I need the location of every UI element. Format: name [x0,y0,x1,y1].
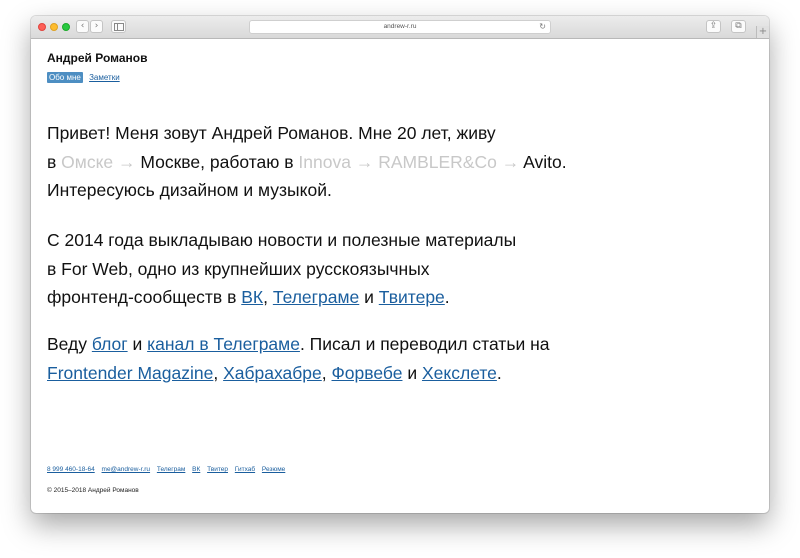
arrow-icon: → [496,151,524,172]
and-text: и [359,287,379,307]
plus-icon: + [758,26,768,37]
intro-in-text: в [47,151,62,172]
job-rambler: RAMBLER&Co [378,151,497,172]
copyright: © 2015–2018 Андрей Романов [47,487,139,494]
sidebar-button[interactable] [111,20,126,33]
period: . [496,362,502,383]
forward-button[interactable]: › [90,20,103,33]
footer-link-email[interactable]: me@andrew-r.ru [102,466,151,473]
back-button[interactable]: ‹ [76,20,89,33]
minimize-window-button[interactable] [50,23,58,31]
blog-lead-text: Веду [47,334,92,354]
footer-link-telegram[interactable]: Телеграм [157,466,185,473]
footer-links: 8 999 460-18-64 me@andrew-r.ru Телеграм … [47,466,290,473]
address-bar[interactable]: andrew-r.ru ↻ [249,20,551,34]
footer-link-phone[interactable]: 8 999 460-18-64 [47,466,95,473]
footer-link-vk[interactable]: ВК [192,466,200,473]
footer-link-resume[interactable]: Резюме [262,466,285,473]
intro-work-text: , работаю в [200,151,299,172]
link-forweb[interactable]: Форвебе [332,363,403,383]
link-telegram-channel[interactable]: канал в Телеграме [147,334,300,354]
intro-paragraph: Привет! Меня зовут Андрей Романов. Мне 2… [47,119,747,205]
arrow-icon: → [113,151,141,172]
blog-paragraph: Веду блог и канал в Телеграме. Писал и п… [47,330,747,387]
sidebar-icon [113,23,124,31]
link-twitter[interactable]: Твитере [379,287,445,307]
link-frontender-magazine[interactable]: Frontender Magazine [47,363,213,383]
forweb-line-3-text: фронтенд-сообществ в [47,287,242,307]
nav-item-notes[interactable]: Заметки [89,73,120,82]
share-icon: ⇪ [709,21,718,31]
link-habrahabr[interactable]: Хабрахабре [223,363,322,383]
intro-line-3: Интересуюсь дизайном и музыкой. [47,180,332,200]
and-text: и [402,362,422,383]
forweb-line-3: фронтенд-сообществ в ВК, Телеграме и Тви… [47,283,747,312]
period: . [561,151,567,172]
chevron-left-icon: ‹ [80,21,85,31]
arrow-icon: → [350,151,379,172]
link-blog[interactable]: блог [92,334,128,354]
comma: , [213,362,224,383]
and-text: и [127,334,148,354]
tabs-icon: ⧉ [735,21,742,31]
intro-line-1: Привет! Меня зовут Андрей Романов. Мне 2… [47,123,496,143]
footer-link-twitter[interactable]: Твитер [207,466,228,473]
zoom-window-button[interactable] [62,23,70,31]
close-window-button[interactable] [38,23,46,31]
chevron-right-icon: › [94,21,99,31]
browser-toolbar: ‹ › andrew-r.ru ↻ ⇪ ⧉ + [31,16,769,39]
tabs-overview-button[interactable]: ⧉ [731,20,746,33]
site-nav: Обо мне Заметки [47,72,120,83]
job-avito: Avito [523,151,562,172]
comma: , [321,362,332,383]
forweb-line-1: С 2014 года выкладываю новости и полезны… [47,230,517,250]
share-button[interactable]: ⇪ [706,20,721,33]
url-text: andrew-r.ru [383,23,417,30]
blog-line-2: Frontender Magazine, Хабрахабре, Форвебе… [47,359,747,388]
job-innova: Innova [298,151,351,172]
comma: , [263,287,273,307]
period: . [444,287,450,307]
link-hexlet[interactable]: Хекслете [422,363,497,383]
city-moscow: Москве [140,151,201,172]
new-tab-button[interactable]: + [756,26,769,38]
city-omsk: Омске [61,151,114,172]
page-content: Андрей Романов Обо мне Заметки Привет! М… [47,38,753,513]
forweb-paragraph: С 2014 года выкладываю новости и полезны… [47,226,747,312]
site-title: Андрей Романов [47,51,148,65]
reload-icon[interactable]: ↻ [539,21,546,33]
blog-line-1: Веду блог и канал в Телеграме. Писал и п… [47,330,747,359]
footer-link-github[interactable]: Гитхаб [235,466,255,473]
link-telegram[interactable]: Телеграме [273,287,359,307]
link-vk[interactable]: ВК [241,287,263,307]
forweb-line-2: в For Web, одно из крупнейших русскоязыч… [47,258,430,279]
nav-item-about[interactable]: Обо мне [47,72,83,83]
browser-window: ‹ › andrew-r.ru ↻ ⇪ ⧉ + Андрей Романов О… [31,16,769,513]
intro-line-2: в Омске → Москве, работаю в Innova → RAM… [47,148,747,177]
blog-mid-text: . Писал и переводил статьи на [299,334,550,354]
